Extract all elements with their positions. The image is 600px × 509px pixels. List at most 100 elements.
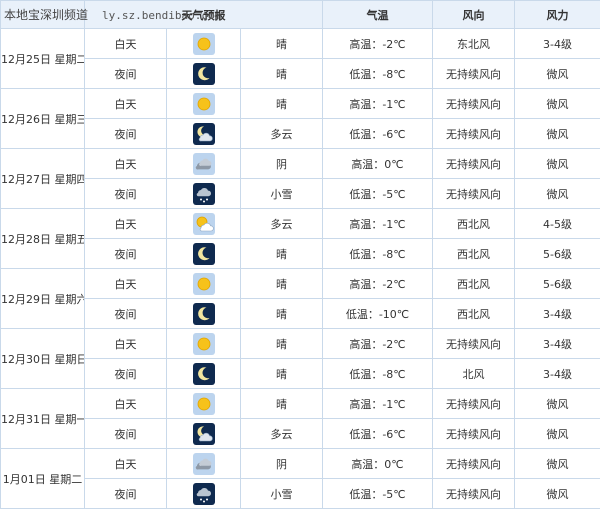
table-row: 1月01日 星期二白天阴高温：0℃无持续风向微风 — [1, 449, 600, 479]
wind-direction-value: 无持续风向 — [433, 419, 515, 449]
header-wind-direction: 风向 — [433, 1, 515, 29]
weather-icon-cell — [167, 59, 241, 89]
clear-night-icon — [193, 303, 215, 325]
sunny-day-icon — [193, 393, 215, 415]
weather-description: 小雪 — [241, 479, 323, 509]
day-date: 12月29日 星期六 — [1, 269, 85, 329]
table-header-row: 日期 天气预报 气温 风向 风力 — [1, 1, 600, 29]
wind-force-value: 5-6级 — [515, 239, 600, 269]
wind-force-value: 微风 — [515, 419, 600, 449]
period-label: 夜间 — [85, 479, 167, 509]
sunny-day-icon — [193, 93, 215, 115]
period-label: 夜间 — [85, 419, 167, 449]
temperature-value: 高温：-1℃ — [323, 389, 433, 419]
wind-force-value: 微风 — [515, 89, 600, 119]
day-date: 12月25日 星期二 — [1, 29, 85, 89]
table-row: 12月30日 星期日白天晴高温：-2℃无持续风向3-4级 — [1, 329, 600, 359]
period-label: 白天 — [85, 329, 167, 359]
day-date: 12月26日 星期三 — [1, 89, 85, 149]
weather-icon-cell — [167, 119, 241, 149]
period-label: 夜间 — [85, 239, 167, 269]
header-wind-force: 风力 — [515, 1, 600, 29]
wind-force-value: 3-4级 — [515, 299, 600, 329]
wind-force-value: 微风 — [515, 479, 600, 509]
temperature-value: 低温：-6℃ — [323, 119, 433, 149]
wind-direction-value: 西北风 — [433, 269, 515, 299]
weather-description: 多云 — [241, 419, 323, 449]
wind-force-value: 4-5级 — [515, 209, 600, 239]
sunny-day-icon — [193, 333, 215, 355]
wind-force-value: 3-4级 — [515, 29, 600, 59]
day-date: 12月28日 星期五 — [1, 209, 85, 269]
wind-direction-value: 无持续风向 — [433, 89, 515, 119]
period-label: 白天 — [85, 449, 167, 479]
forecast-body: 12月25日 星期二白天晴高温：-2℃东北风3-4级夜间晴低温：-8℃无持续风向… — [1, 29, 600, 509]
weather-description: 晴 — [241, 239, 323, 269]
light-snow-icon — [193, 183, 215, 205]
period-label: 夜间 — [85, 59, 167, 89]
table-row: 12月26日 星期三白天晴高温：-1℃无持续风向微风 — [1, 89, 600, 119]
period-label: 夜间 — [85, 299, 167, 329]
table-row: 夜间小雪低温：-5℃无持续风向微风 — [1, 179, 600, 209]
table-row: 夜间 多云低温：-6℃无持续风向微风 — [1, 419, 600, 449]
wind-direction-value: 无持续风向 — [433, 59, 515, 89]
weather-icon-cell — [167, 449, 241, 479]
wind-direction-value: 无持续风向 — [433, 479, 515, 509]
weather-icon-cell — [167, 359, 241, 389]
weather-description: 阴 — [241, 149, 323, 179]
weather-icon-cell — [167, 389, 241, 419]
wind-force-value: 微风 — [515, 59, 600, 89]
temperature-value: 低温：-8℃ — [323, 59, 433, 89]
wind-direction-value: 无持续风向 — [433, 389, 515, 419]
weather-description: 晴 — [241, 359, 323, 389]
temperature-value: 高温：-1℃ — [323, 89, 433, 119]
temperature-value: 低温：-10℃ — [323, 299, 433, 329]
day-date: 12月27日 星期四 — [1, 149, 85, 209]
period-label: 夜间 — [85, 359, 167, 389]
temperature-value: 低温：-6℃ — [323, 419, 433, 449]
period-label: 白天 — [85, 269, 167, 299]
wind-direction-value: 无持续风向 — [433, 449, 515, 479]
table-row: 12月28日 星期五白天多云高温：-1℃西北风4-5级 — [1, 209, 600, 239]
temperature-value: 低温：-5℃ — [323, 479, 433, 509]
wind-direction-value: 北风 — [433, 359, 515, 389]
wind-direction-value: 无持续风向 — [433, 149, 515, 179]
weather-icon-cell — [167, 209, 241, 239]
day-date: 12月30日 星期日 — [1, 329, 85, 389]
weather-icon-cell — [167, 239, 241, 269]
temperature-value: 低温：-8℃ — [323, 359, 433, 389]
temperature-value: 低温：-5℃ — [323, 179, 433, 209]
weather-description: 晴 — [241, 269, 323, 299]
cloudy-night-icon — [193, 123, 215, 145]
clear-night-icon — [193, 363, 215, 385]
weather-description: 晴 — [241, 29, 323, 59]
table-row: 夜间多云低温：-6℃无持续风向微风 — [1, 119, 600, 149]
table-row: 夜间晴低温：-8℃西北风5-6级 — [1, 239, 600, 269]
wind-direction-value: 西北风 — [433, 209, 515, 239]
partly-cloudy-day-icon — [193, 213, 215, 235]
period-label: 白天 — [85, 29, 167, 59]
temperature-value: 低温：-8℃ — [323, 239, 433, 269]
wind-direction-value: 东北风 — [433, 29, 515, 59]
wind-direction-value: 无持续风向 — [433, 179, 515, 209]
weather-description: 晴 — [241, 299, 323, 329]
cloudy-night-icon — [193, 423, 215, 445]
table-row: 12月25日 星期二白天晴高温：-2℃东北风3-4级 — [1, 29, 600, 59]
weather-description: 晴 — [241, 329, 323, 359]
header-temperature: 气温 — [323, 1, 433, 29]
temperature-value: 高温：-2℃ — [323, 329, 433, 359]
weather-description: 多云 — [241, 209, 323, 239]
period-label: 白天 — [85, 149, 167, 179]
period-label: 夜间 — [85, 119, 167, 149]
weather-icon-cell — [167, 89, 241, 119]
header-date: 日期 — [1, 1, 85, 29]
wind-force-value: 微风 — [515, 119, 600, 149]
wind-force-value: 5-6级 — [515, 269, 600, 299]
weather-icon-cell — [167, 419, 241, 449]
wind-force-value: 微风 — [515, 149, 600, 179]
weather-icon-cell — [167, 179, 241, 209]
temperature-value: 高温：-2℃ — [323, 269, 433, 299]
table-row: 夜间 小雪低温：-5℃无持续风向微风 — [1, 479, 600, 509]
period-label: 白天 — [85, 89, 167, 119]
weather-description: 晴 — [241, 89, 323, 119]
